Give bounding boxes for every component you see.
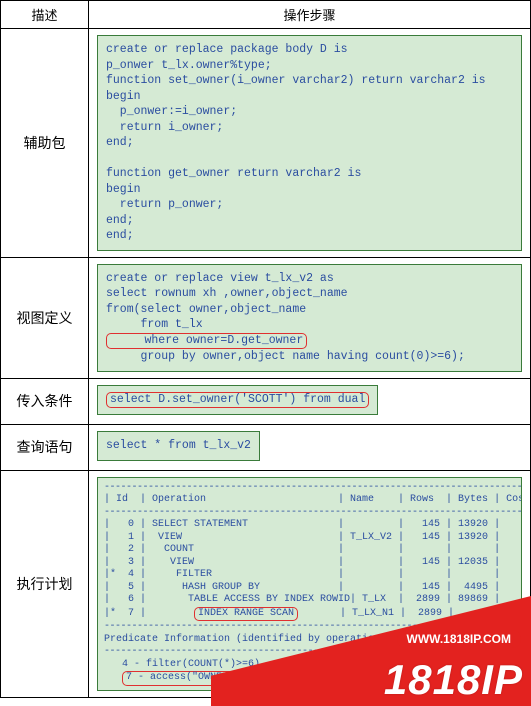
table-row: 视图定义 create or replace view t_lx_v2 as s…: [1, 257, 531, 378]
plan-dash-mid3: ----------------------------------------…: [104, 646, 385, 657]
view-code-pre: create or replace view t_lx_v2 as select…: [106, 272, 348, 332]
plan-line-7-pre: |* 7 |: [104, 608, 194, 619]
row-label-view: 视图定义: [1, 257, 89, 378]
row-content-view: create or replace view t_lx_v2 as select…: [89, 257, 531, 378]
plan-line-4: |* 4 | FILTER | | | |: [104, 569, 500, 580]
row-content-pass: select D.set_owner('SCOTT') from dual: [89, 378, 531, 424]
view-code-post: group by owner,object name having count(…: [106, 350, 465, 363]
table-row: 传入条件 select D.set_owner('SCOTT') from du…: [1, 378, 531, 424]
highlight-index-range-scan: INDEX RANGE SCAN: [194, 607, 298, 622]
row-label-pass: 传入条件: [1, 378, 89, 424]
col-header-steps: 操作步骤: [89, 1, 531, 29]
plan-line-3: | 3 | VIEW | | 145 | 12035 | 86: [104, 557, 522, 568]
table-header-row: 描述 操作步骤: [1, 1, 531, 29]
plan-line-0: | 0 | SELECT STATEMENT | | 145 | 13920 |…: [104, 519, 522, 530]
plan-dash-mid2: ----------------------------------------…: [104, 621, 522, 632]
col-header-desc: 描述: [1, 1, 89, 29]
plan-line-5: | 5 | HASH GROUP BY | | 145 | 4495 | 86: [104, 582, 522, 593]
row-content-plan: ----------------------------------------…: [89, 470, 531, 697]
table-row: 辅助包 create or replace package body D is …: [1, 29, 531, 258]
plan-line-1: | 1 | VIEW | T_LX_V2 | 145 | 13920 | 86: [104, 532, 522, 543]
highlight-where-clause: where owner=D.get_owner: [106, 333, 307, 349]
exec-plan-box: ----------------------------------------…: [97, 477, 522, 691]
pred-line-2-pre: [104, 672, 122, 683]
pred-title: Predicate Information (identified by ope…: [104, 634, 410, 645]
steps-table: 描述 操作步骤 辅助包 create or replace package bo…: [0, 0, 531, 698]
row-content-aux: create or replace package body D is p_on…: [89, 29, 531, 258]
plan-header: | Id | Operation | Name | Rows | Bytes |…: [104, 494, 522, 505]
plan-line-7-post: | T_LX_N1 | 2899 | | 8: [298, 608, 522, 619]
code-aux-package: create or replace package body D is p_on…: [97, 35, 522, 251]
plan-line-2: | 2 | COUNT | | | |: [104, 544, 500, 555]
row-label-query: 查询语句: [1, 425, 89, 471]
plan-dash-mid1: ----------------------------------------…: [104, 507, 522, 518]
pred-line-1: 4 - filter(COUNT(*)>=6): [104, 659, 260, 670]
code-query: select * from t_lx_v2: [97, 431, 260, 461]
row-label-aux: 辅助包: [1, 29, 89, 258]
page-canvas: 描述 操作步骤 辅助包 create or replace package bo…: [0, 0, 531, 706]
plan-dash-top: ----------------------------------------…: [104, 482, 522, 493]
code-view-def: create or replace view t_lx_v2 as select…: [97, 264, 522, 372]
highlight-access-pred: 7 - access("OWNER"="D"."GET_OWNER"()): [122, 671, 352, 686]
plan-line-6: | 6 | TABLE ACCESS BY INDEX ROWID| T_LX …: [104, 594, 522, 605]
row-label-plan: 执行计划: [1, 470, 89, 697]
table-row: 查询语句 select * from t_lx_v2: [1, 425, 531, 471]
row-content-query: select * from t_lx_v2: [89, 425, 531, 471]
table-row: 执行计划 -----------------------------------…: [1, 470, 531, 697]
code-pass-cond: select D.set_owner('SCOTT') from dual: [97, 385, 378, 415]
highlight-set-owner: select D.set_owner('SCOTT') from dual: [106, 392, 369, 408]
